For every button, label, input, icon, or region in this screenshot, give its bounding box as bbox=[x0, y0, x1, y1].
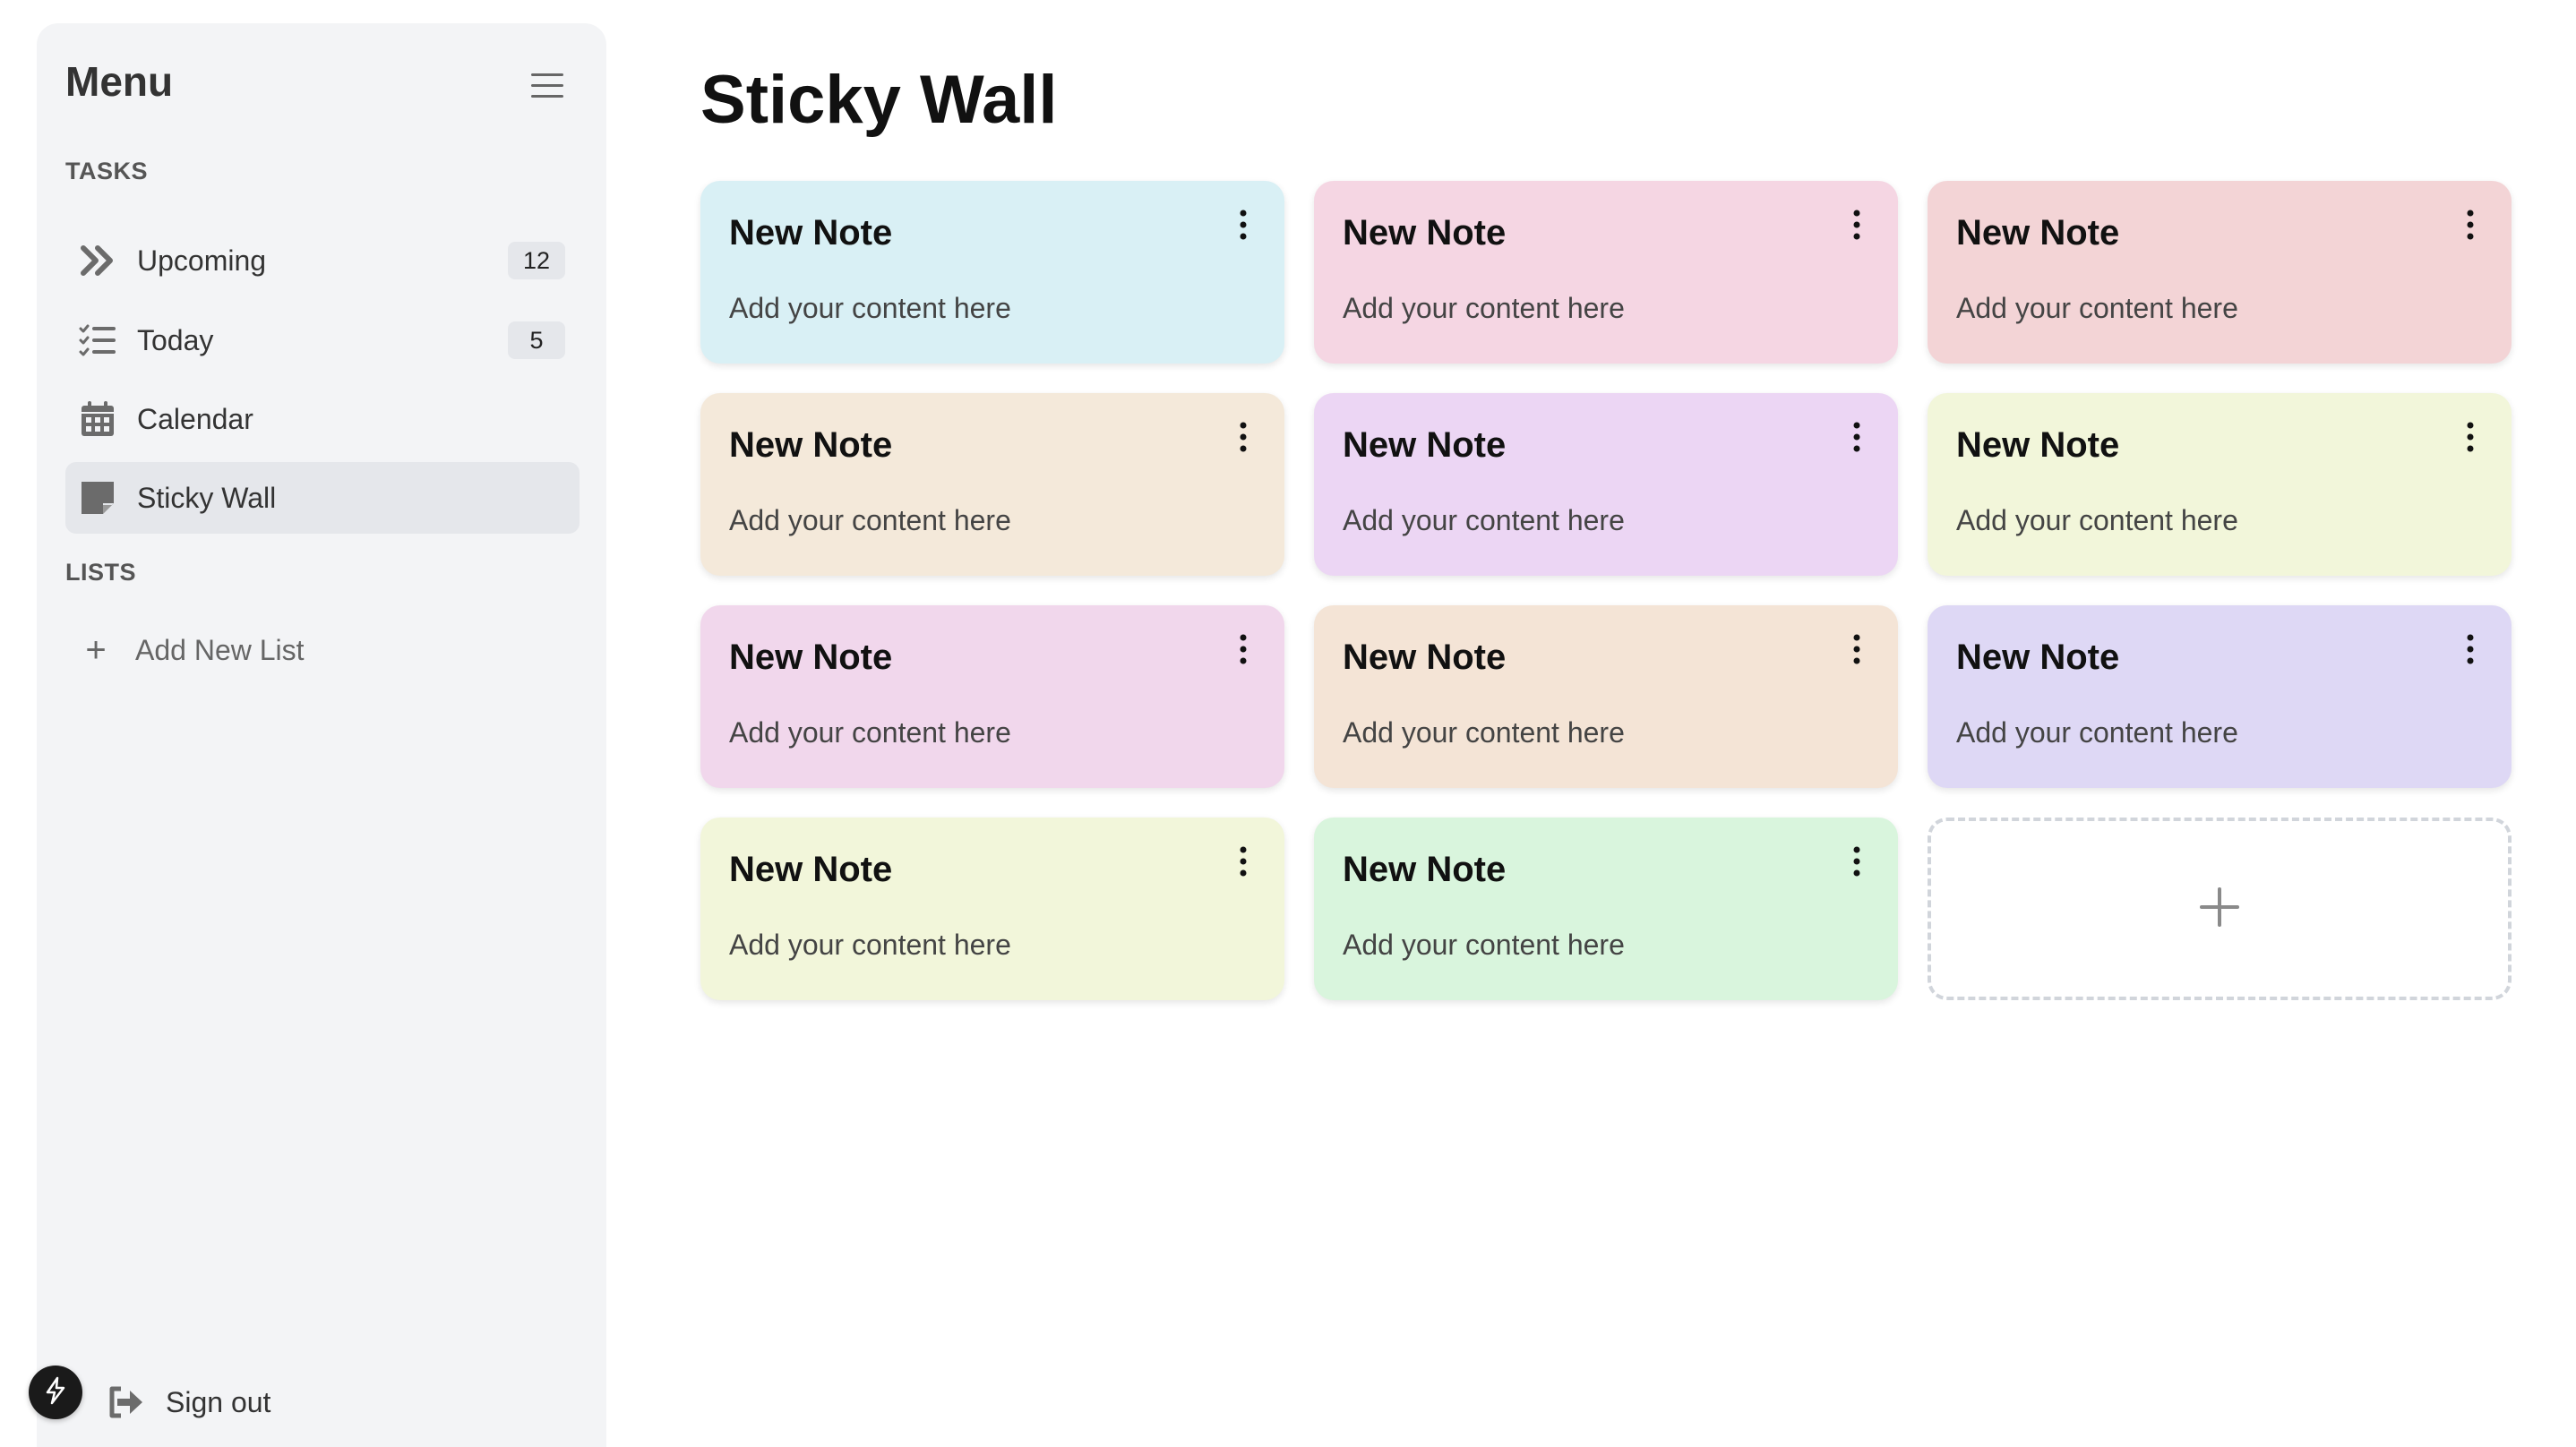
note-body: Add your content here bbox=[1956, 292, 2238, 324]
app: Menu TASKS Upcoming 12 Today 5 Calendar … bbox=[0, 0, 2576, 1447]
plus-icon: + bbox=[85, 629, 107, 670]
note-body: Add your content here bbox=[729, 292, 1011, 324]
note-body: Add your content here bbox=[1343, 716, 1625, 749]
tasks-section-label: TASKS bbox=[65, 158, 149, 184]
calendar-icon bbox=[78, 399, 117, 439]
sidebar-title: Menu bbox=[65, 58, 174, 105]
note-title: New Note bbox=[1343, 850, 1507, 889]
note-body: Add your content here bbox=[729, 929, 1011, 961]
note-body: Add your content here bbox=[729, 716, 1011, 749]
sidebar-item-today[interactable]: Today 5 bbox=[65, 304, 580, 376]
more-options-icon[interactable] bbox=[1848, 418, 1866, 456]
sidebar-item-label: Today bbox=[137, 323, 214, 356]
note-body: Add your content here bbox=[1343, 292, 1625, 324]
more-options-icon[interactable] bbox=[1848, 843, 1866, 880]
chevrons-right-icon bbox=[78, 241, 117, 280]
add-new-list-button[interactable]: + Add New List bbox=[65, 623, 305, 677]
sticky-note[interactable]: New Note Add your content here bbox=[1314, 181, 1898, 364]
lightning-bolt-button[interactable] bbox=[29, 1366, 82, 1419]
note-body: Add your content here bbox=[1343, 929, 1625, 961]
sidebar-item-upcoming[interactable]: Upcoming 12 bbox=[65, 225, 580, 296]
more-options-icon[interactable] bbox=[1848, 630, 1866, 668]
more-options-icon[interactable] bbox=[1234, 630, 1252, 668]
note-title: New Note bbox=[1956, 425, 2120, 465]
more-options-icon[interactable] bbox=[2461, 206, 2479, 244]
more-options-icon[interactable] bbox=[1234, 418, 1252, 456]
sticky-note[interactable]: New Note Add your content here bbox=[1928, 181, 2512, 364]
add-new-list-label: Add New List bbox=[135, 633, 305, 666]
sticky-note[interactable]: New Note Add your content here bbox=[700, 181, 1284, 364]
page-title: Sticky Wall bbox=[700, 62, 1058, 138]
note-title: New Note bbox=[729, 850, 893, 889]
note-title: New Note bbox=[1343, 638, 1507, 677]
note-title: New Note bbox=[1956, 213, 2120, 253]
plus-icon bbox=[2196, 884, 2243, 935]
sticky-note[interactable]: New Note Add your content here bbox=[700, 818, 1284, 1000]
note-body: Add your content here bbox=[729, 504, 1011, 536]
notes-grid: New Note Add your content here New Note … bbox=[700, 181, 2512, 1000]
sidebar-item-label: Upcoming bbox=[137, 244, 267, 277]
lists-section-label: LISTS bbox=[65, 559, 137, 586]
sticky-note[interactable]: New Note Add your content here bbox=[700, 393, 1284, 576]
sidebar: Menu TASKS Upcoming 12 Today 5 Calendar … bbox=[37, 23, 606, 1447]
note-body: Add your content here bbox=[1956, 716, 2238, 749]
more-options-icon[interactable] bbox=[1234, 843, 1252, 880]
sidebar-item-label: Calendar bbox=[137, 402, 253, 435]
sidebar-item-calendar[interactable]: Calendar bbox=[65, 383, 580, 455]
note-title: New Note bbox=[1343, 425, 1507, 465]
sticky-note[interactable]: New Note Add your content here bbox=[1928, 393, 2512, 576]
checklist-icon bbox=[78, 321, 117, 360]
sticky-note-icon bbox=[78, 478, 117, 518]
sign-out-icon bbox=[105, 1382, 146, 1423]
more-options-icon[interactable] bbox=[1234, 206, 1252, 244]
sticky-note[interactable]: New Note Add your content here bbox=[1314, 818, 1898, 1000]
note-title: New Note bbox=[729, 213, 893, 253]
note-title: New Note bbox=[729, 638, 893, 677]
sticky-note[interactable]: New Note Add your content here bbox=[1314, 605, 1898, 788]
sign-out-label: Sign out bbox=[166, 1385, 271, 1418]
note-body: Add your content here bbox=[1956, 504, 2238, 536]
sticky-note[interactable]: New Note Add your content here bbox=[700, 605, 1284, 788]
lightning-bolt-icon bbox=[40, 1375, 71, 1410]
more-options-icon[interactable] bbox=[2461, 418, 2479, 456]
note-title: New Note bbox=[729, 425, 893, 465]
count-badge: 5 bbox=[508, 321, 565, 359]
note-body: Add your content here bbox=[1343, 504, 1625, 536]
add-note-button[interactable] bbox=[1928, 818, 2512, 1000]
sidebar-item-label: Sticky Wall bbox=[137, 481, 277, 514]
sticky-note[interactable]: New Note Add your content here bbox=[1314, 393, 1898, 576]
sign-out-button[interactable]: Sign out bbox=[65, 1371, 334, 1434]
count-badge: 12 bbox=[508, 242, 565, 279]
more-options-icon[interactable] bbox=[2461, 630, 2479, 668]
sidebar-item-sticky-wall[interactable]: Sticky Wall bbox=[65, 462, 580, 534]
more-options-icon[interactable] bbox=[1848, 206, 1866, 244]
sticky-note[interactable]: New Note Add your content here bbox=[1928, 605, 2512, 788]
note-title: New Note bbox=[1343, 213, 1507, 253]
note-title: New Note bbox=[1956, 638, 2120, 677]
hamburger-menu-icon[interactable] bbox=[520, 59, 574, 113]
